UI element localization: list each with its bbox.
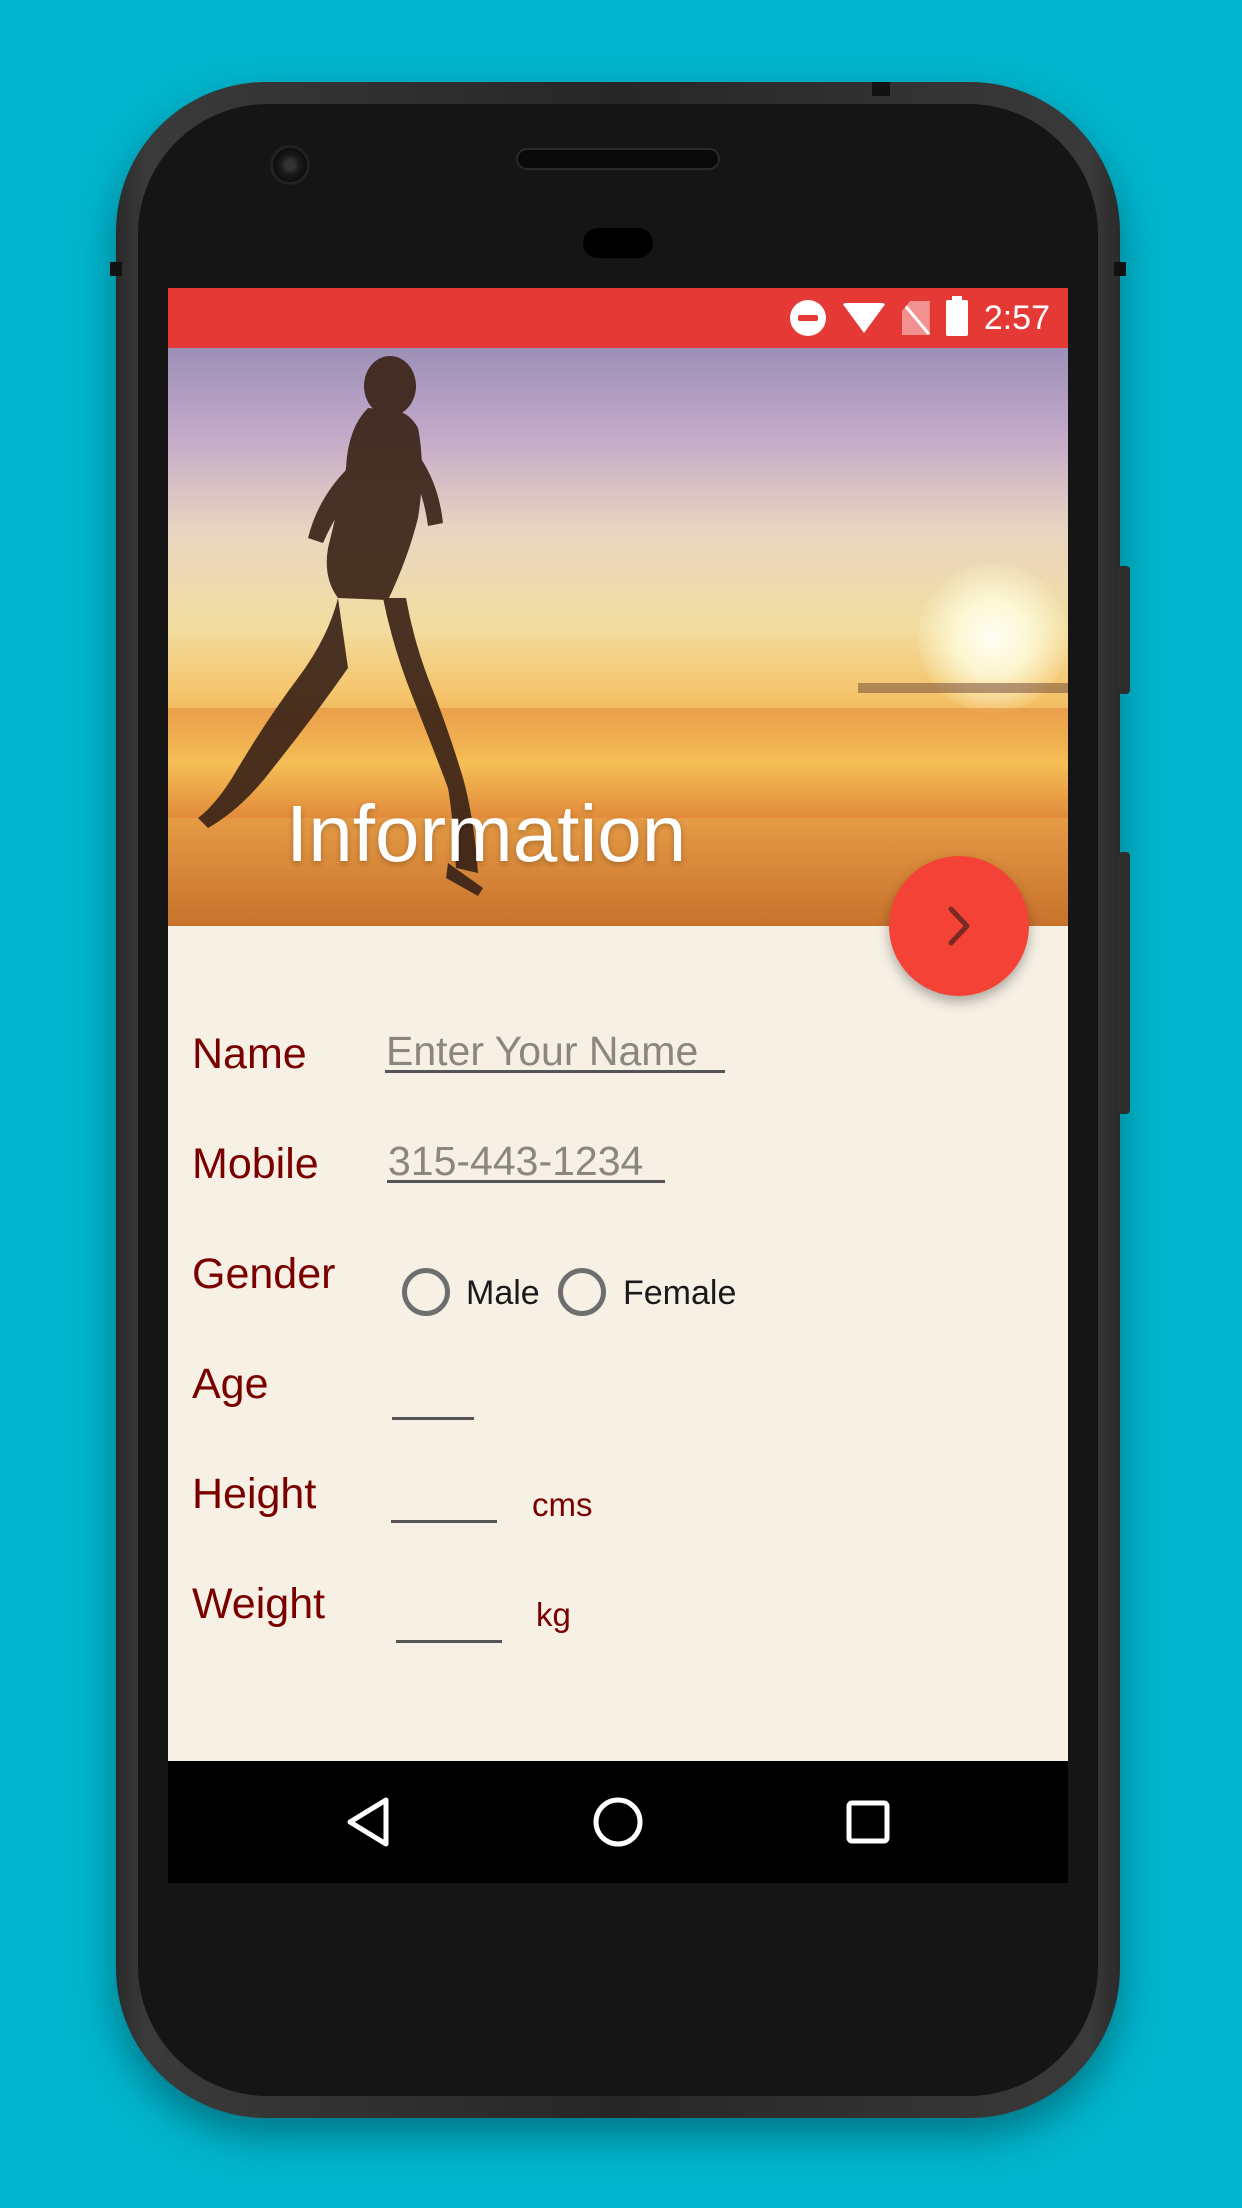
recents-icon <box>846 1800 890 1844</box>
back-button[interactable] <box>308 1761 428 1883</box>
home-icon <box>593 1797 643 1847</box>
mobile-input-underline <box>387 1180 665 1183</box>
height-input[interactable] <box>391 1520 497 1523</box>
next-button[interactable] <box>889 856 1029 996</box>
battery-icon <box>945 296 968 336</box>
age-input[interactable] <box>392 1417 474 1420</box>
age-label: Age <box>192 1360 269 1408</box>
volume-button <box>1118 852 1130 1114</box>
proximity-sensor <box>583 228 653 258</box>
weight-unit: kg <box>536 1596 571 1633</box>
name-label: Name <box>192 1030 307 1078</box>
home-button[interactable] <box>558 1761 678 1883</box>
male-radio-label[interactable]: Male <box>466 1274 540 1313</box>
recents-button[interactable] <box>808 1761 928 1883</box>
chevron-right-icon <box>948 906 970 946</box>
power-button <box>1118 566 1130 694</box>
status-bar: 2:57 <box>168 288 1068 348</box>
weight-label: Weight <box>192 1580 326 1628</box>
height-unit: cms <box>532 1486 593 1523</box>
back-icon <box>347 1797 389 1847</box>
antenna-line <box>110 262 122 276</box>
do-not-disturb-icon <box>789 300 826 336</box>
page-title: Information <box>286 789 687 878</box>
height-label: Height <box>192 1470 317 1518</box>
header-image: Information <box>168 348 1068 926</box>
status-time: 2:57 <box>983 298 1050 337</box>
no-sim-icon <box>901 301 930 335</box>
navigation-bar <box>168 1761 1068 1883</box>
weight-input[interactable] <box>396 1640 502 1643</box>
earpiece-speaker <box>516 148 720 170</box>
name-input-underline <box>385 1070 725 1073</box>
antenna-line <box>872 82 890 96</box>
mobile-label: Mobile <box>192 1140 319 1188</box>
front-camera <box>270 145 310 185</box>
antenna-line <box>1114 262 1126 276</box>
gender-label: Gender <box>192 1250 336 1298</box>
wifi-icon <box>841 303 886 333</box>
female-radio[interactable] <box>558 1268 606 1316</box>
app-screen: 2:57 Information Name Enter Your Name Mo… <box>168 288 1068 1883</box>
pier <box>858 683 1068 693</box>
male-radio[interactable] <box>402 1268 450 1316</box>
mobile-input[interactable]: 315-443-1234 <box>388 1138 643 1185</box>
female-radio-label[interactable]: Female <box>623 1274 736 1313</box>
name-input[interactable]: Enter Your Name <box>386 1028 698 1075</box>
